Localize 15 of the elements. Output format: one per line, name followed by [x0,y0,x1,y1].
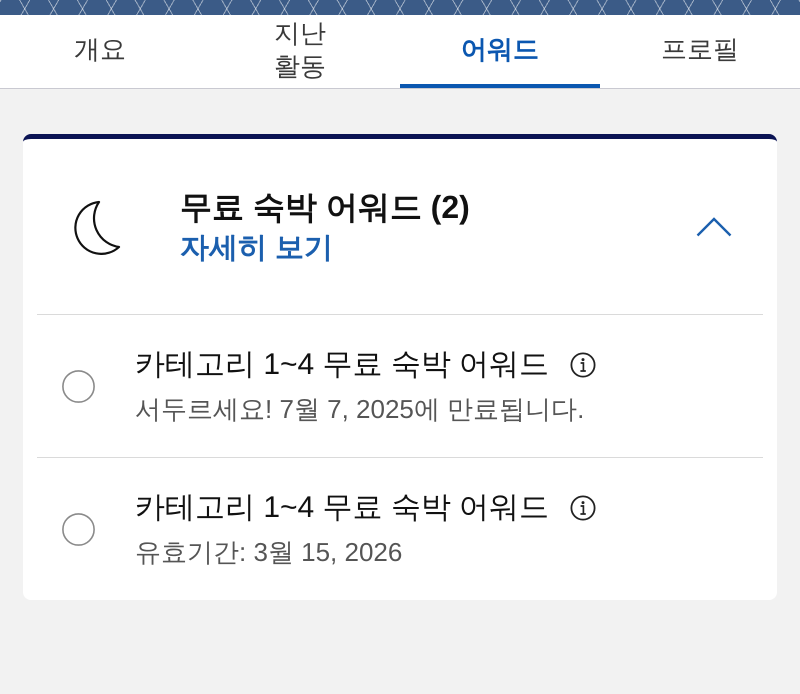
see-details-link[interactable]: 자세히 보기 [180,228,334,268]
tab[interactable]: 지난 활동 [200,15,400,88]
radio-button[interactable] [62,370,95,402]
chevron-icon[interactable] [696,216,732,236]
award-title: 카테고리 1~4 무료 숙박 어워드 [135,490,550,526]
radio-button[interactable] [62,512,95,546]
expiry-text: 유효기간: 3월 15, 2026 [135,536,402,569]
tab[interactable]: 어워드 [400,15,600,88]
expiry-text: 서두르세요! 7월 7, 2025에 만료됩니다. [135,393,584,426]
tab[interactable]: 프로필 [600,15,800,88]
section-title: 무료 숙박 어워드 (2) [180,188,470,227]
info-icon[interactable] [570,495,596,521]
award-title: 카테고리 1~4 무료 숙박 어워드 [135,347,550,383]
tab[interactable]: 개요 [0,15,200,88]
info-icon[interactable] [570,352,596,378]
